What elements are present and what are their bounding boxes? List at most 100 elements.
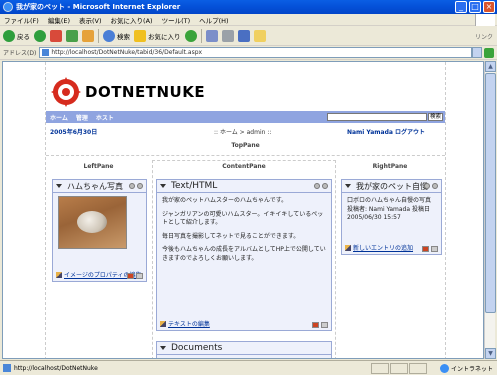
media-icon[interactable] — [184, 30, 197, 42]
folder-icon[interactable] — [253, 30, 266, 42]
address-bar: アドレス(D) http://localhost/DotNetNuke/tabi… — [0, 46, 497, 60]
pencil-icon — [56, 271, 62, 278]
add-entry-link[interactable]: 新しいエントリの追加 — [345, 243, 413, 252]
announcement-line: 投稿者: Nami Yamada 投稿日 — [347, 205, 430, 213]
security-zone: イントラネット — [439, 363, 493, 373]
globe-icon — [439, 363, 449, 373]
module-title: Documents — [171, 343, 223, 353]
site-search-button[interactable]: 検索 — [427, 113, 443, 121]
right-announcements-module: 我が家のペット自慢 口ボロのハムちゃん自慢の写真 投稿者: Nami Yamad… — [341, 179, 442, 255]
search-label: 検索 — [117, 33, 130, 41]
collapse-arrow-icon[interactable] — [345, 184, 351, 188]
star-icon — [134, 30, 146, 42]
favorites-button[interactable]: お気に入り — [134, 30, 181, 42]
right-pane-label: RightPane — [372, 163, 408, 170]
print-icon[interactable] — [221, 30, 234, 42]
zone-label: イントラネット — [450, 365, 493, 373]
browser-viewport: DOTNETNUKE ホーム 管理 ホスト 検索 2005年6月30日 :: ホ… — [2, 61, 484, 359]
nav-home[interactable]: ホーム — [50, 113, 68, 122]
close-button[interactable]: × — [483, 1, 495, 13]
vertical-scrollbar[interactable]: ▲ ▼ — [484, 61, 496, 359]
collapse-arrow-icon[interactable] — [160, 184, 166, 188]
menu-view[interactable]: 表示(V) — [79, 15, 102, 25]
user-logout[interactable]: Nami Yamada ログアウト — [347, 127, 425, 136]
breadcrumb[interactable]: :: ホーム > admin :: — [214, 127, 271, 136]
window-title: 我が家のペット - Microsoft Internet Explorer — [16, 3, 181, 11]
module-menu-icon[interactable] — [321, 322, 328, 328]
forward-button[interactable] — [34, 30, 46, 42]
address-url: http://localhost/DotNetNuke/tabid/36/Def… — [51, 49, 203, 56]
announcement-body: 口ボロのハムちゃん自慢の写真 投稿者: Nami Yamada 投稿日 2005… — [342, 193, 441, 227]
edit-icon[interactable] — [237, 30, 250, 42]
nav-host[interactable]: ホスト — [96, 113, 114, 122]
text-paragraph: 毎日写真を撮影してネットで見ることができます。 — [162, 232, 300, 240]
main-nav: ホーム 管理 ホスト 検索 — [46, 111, 445, 123]
stop-icon[interactable] — [50, 30, 62, 42]
search-button[interactable]: 検索 — [103, 30, 130, 42]
module-menu-icon[interactable] — [431, 246, 438, 252]
go-button[interactable] — [484, 47, 494, 58]
edit-text-link[interactable]: テキストの編集 — [160, 319, 210, 328]
menu-file[interactable]: ファイル(F) — [4, 15, 39, 25]
menu-help[interactable]: ヘルプ(H) — [199, 15, 228, 25]
address-dropdown[interactable] — [472, 47, 482, 58]
magnifier-icon — [103, 30, 115, 42]
divider — [46, 155, 445, 156]
refresh-icon[interactable] — [66, 30, 78, 42]
module-help-icon[interactable] — [432, 183, 438, 189]
status-cells — [371, 362, 427, 374]
module-help-icon[interactable] — [322, 183, 328, 189]
menu-tools[interactable]: ツール(T) — [162, 15, 191, 25]
text-paragraph: 我が家のペットハムスターのハムちゃんです。 — [162, 197, 288, 204]
module-settings-icon[interactable] — [422, 246, 429, 252]
module-header: Documents — [157, 342, 331, 355]
scroll-down-icon[interactable]: ▼ — [485, 348, 496, 359]
module-help-icon[interactable] — [137, 183, 143, 189]
top-pane-label: TopPane — [231, 142, 260, 149]
page-icon — [42, 49, 50, 56]
module-menu-icon[interactable] — [136, 273, 143, 279]
info-bar: 2005年6月30日 :: ホーム > admin :: Nami Yamada… — [46, 127, 445, 137]
module-print-icon[interactable] — [424, 183, 430, 189]
back-label: 戻る — [17, 33, 30, 41]
toolbar-separator — [200, 29, 202, 43]
address-input[interactable]: http://localhost/DotNetNuke/tabid/36/Def… — [39, 47, 472, 58]
menu-edit[interactable]: 編集(E) — [48, 15, 70, 25]
pencil-icon — [345, 244, 351, 251]
scroll-thumb[interactable] — [485, 73, 496, 313]
logo-text: DOTNETNUKE — [85, 83, 206, 101]
module-print-icon[interactable] — [314, 183, 320, 189]
nav-admin[interactable]: 管理 — [76, 113, 88, 122]
scroll-up-icon[interactable]: ▲ — [485, 61, 496, 72]
maximize-button[interactable]: □ — [469, 1, 481, 13]
minimize-button[interactable]: _ — [455, 1, 467, 13]
text-paragraph: 今後もハムちゃんの成長をアルバムとしてHP上で公開していきますのでよろしくお願い… — [162, 246, 326, 262]
links-label[interactable]: リンク — [475, 32, 493, 41]
back-button[interactable]: 戻る — [3, 30, 30, 42]
collapse-arrow-icon[interactable] — [160, 346, 166, 350]
text-html-module: Text/HTML 我が家のペットハムスターのハムちゃんです。 ジャンガリアンの… — [156, 179, 332, 331]
dnn-logo[interactable]: DOTNETNUKE — [50, 72, 205, 112]
left-image-module: ハムちゃん写真 イメージのプロパティの編集 — [52, 179, 147, 282]
edit-text-label: テキストの編集 — [168, 321, 210, 328]
home-icon[interactable] — [82, 30, 94, 42]
collapse-arrow-icon[interactable] — [56, 184, 62, 188]
windows-logo-icon — [475, 14, 495, 26]
module-settings-icon[interactable] — [312, 322, 319, 328]
dnn-page: DOTNETNUKE ホーム 管理 ホスト 検索 2005年6月30日 :: ホ… — [45, 62, 446, 358]
module-title: 我が家のペット自慢 — [356, 181, 428, 191]
mail-icon[interactable] — [205, 30, 218, 42]
menu-bar: ファイル(F) 編集(E) 表示(V) お気に入り(A) ツール(T) ヘルプ(… — [0, 14, 497, 26]
forward-arrow-icon — [34, 30, 46, 42]
site-search-input[interactable] — [327, 113, 427, 121]
module-print-icon[interactable] — [129, 183, 135, 189]
menu-favorites[interactable]: お気に入り(A) — [111, 15, 153, 25]
announcement-line: 2005/06/30 15:57 — [347, 214, 401, 221]
address-label: アドレス(D) — [3, 50, 37, 57]
module-settings-icon[interactable] — [127, 273, 134, 279]
documents-module: Documents — [156, 341, 332, 358]
announcement-line[interactable]: 口ボロのハムちゃん自慢の写真 — [347, 197, 436, 206]
page-icon — [3, 364, 11, 372]
status-url: http://localhost/DotNetNuke — [14, 364, 98, 372]
window-title-bar: 我が家のペット - Microsoft Internet Explorer _ … — [0, 0, 497, 14]
